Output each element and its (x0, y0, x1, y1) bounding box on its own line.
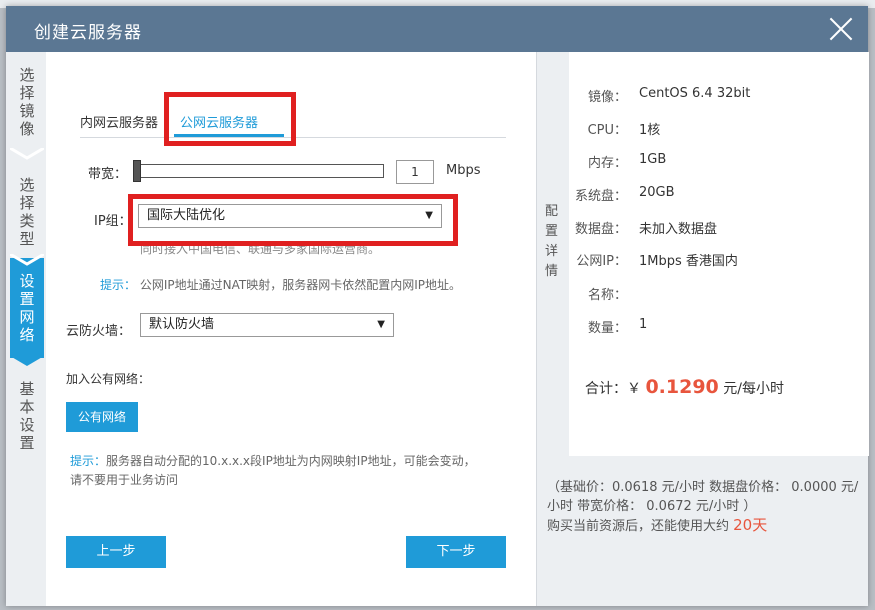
step-divider-icon (10, 254, 44, 266)
tip-nat: 提示： 公网IP地址通过NAT映射，服务器网卡依然配置内网IP地址。 (100, 278, 461, 292)
create-server-dialog: 创建云服务器 选 择 镜 像 选 择 类 型 设 置 网 络 基 本 设 置 内… (6, 6, 869, 606)
config-details-card: 镜像： CentOS 6.4 32bit CPU： 1核 内存： 1GB 系统盘： 20… (569, 52, 869, 456)
dialog-titlebar: 创建云服务器 (6, 6, 868, 52)
bandwidth-unit: Mbps (446, 163, 481, 178)
dialog-title: 创建云服务器 (34, 23, 142, 43)
price-breakdown: （基础价：0.0618 元/小时 数据盘价格： 0.0000 元/ 小时 带宽价… (547, 480, 859, 534)
ip-group-label: IP组： (94, 214, 132, 229)
highlight-box-tab (164, 92, 296, 146)
bandwidth-slider[interactable] (136, 164, 384, 178)
firewall-select[interactable]: 默认防火墙 ▼ (140, 313, 394, 337)
step-network-settings[interactable]: 设 置 网 络 (10, 258, 44, 358)
next-button[interactable]: 下一步 (406, 536, 506, 568)
join-public-network-label: 加入公有网络： (66, 372, 151, 386)
public-network-button[interactable]: 公有网络 (66, 402, 138, 432)
bandwidth-label: 带宽： (88, 167, 128, 182)
tab-intranet-server[interactable]: 内网云服务器 (80, 112, 158, 131)
highlight-box-ip-group (128, 194, 458, 246)
config-details-label: 配 置 详 情 (545, 204, 559, 279)
step-active-arrow-icon (10, 356, 44, 368)
total-price: 合计：￥ 0.1290 元/每小时 (585, 376, 784, 398)
prev-button[interactable]: 上一步 (66, 536, 166, 568)
days-left: 20天 (733, 516, 768, 534)
step-select-image[interactable]: 选 择 镜 像 (10, 52, 44, 152)
firewall-selected: 默认防火墙 (149, 317, 215, 332)
total-price-value: 0.1290 (645, 376, 719, 398)
bandwidth-input[interactable]: 1 (396, 160, 434, 184)
step-divider-icon (10, 148, 44, 160)
main-form: 内网云服务器 公网云服务器 带宽： 1 Mbps 同时接入中国电信、联通与多家国… (46, 52, 536, 606)
step-basic-settings[interactable]: 基 本 设 置 (10, 366, 44, 466)
dropdown-arrow-icon: ▼ (377, 319, 385, 330)
tip-ip-address: 提示：服务器自动分配的10.x.x.x段IP地址为内网映射IP地址，可能会变动，… (70, 454, 476, 487)
config-summary-panel: 配 置 详 情 镜像： CentOS 6.4 32bit CPU： 1核 内存： 1G… (536, 52, 869, 606)
firewall-label: 云防火墙： (66, 324, 132, 339)
bandwidth-slider-handle[interactable] (133, 160, 141, 182)
close-icon[interactable] (828, 16, 854, 42)
step-select-type[interactable]: 选 择 类 型 (10, 162, 44, 262)
